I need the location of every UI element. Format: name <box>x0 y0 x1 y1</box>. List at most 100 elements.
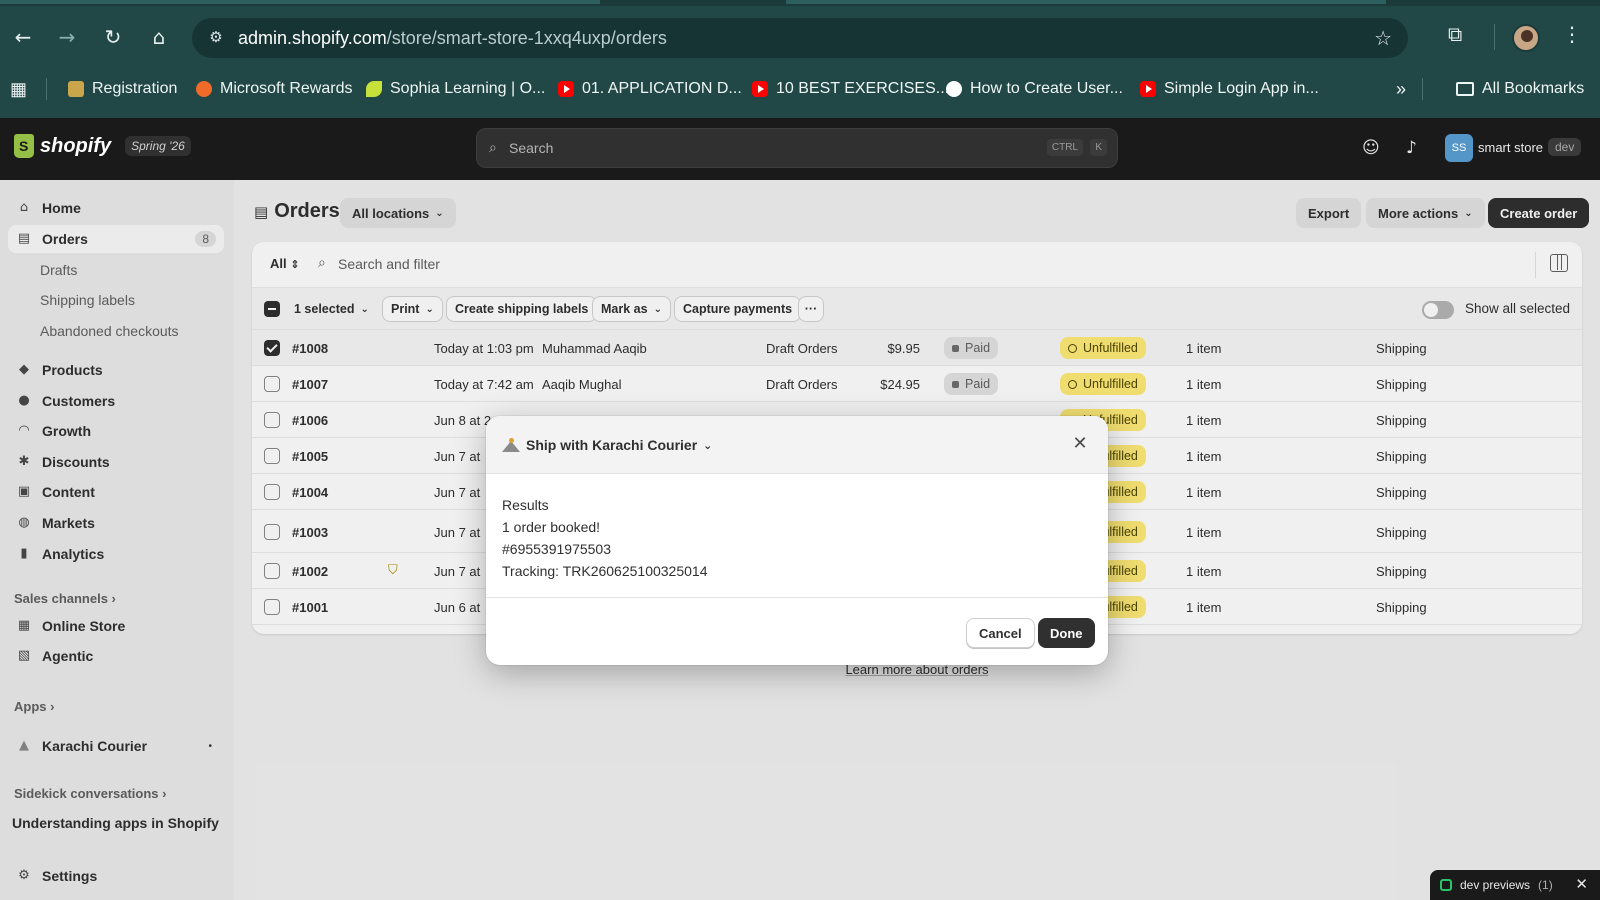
create-order-button[interactable]: Create order <box>1488 198 1590 228</box>
row-checkbox[interactable] <box>264 484 280 500</box>
sidebar-item-products[interactable]: ◆ Products <box>8 356 224 384</box>
apps-heading[interactable]: Apps › <box>14 699 54 714</box>
menu-kebab-icon[interactable]: ⋮ <box>1562 22 1582 46</box>
risk-shield-icon[interactable]: ⛉ <box>388 563 398 578</box>
modal-title-dropdown[interactable]: Ship with Karachi Courier ⌄ <box>526 437 712 453</box>
table-row[interactable]: #1008 Today at 1:03 pm Muhammad Aaqib Draft… <box>252 330 1582 366</box>
sidekick-icon[interactable]: ☺ <box>1362 138 1380 158</box>
site-info-icon[interactable]: ⚙ <box>206 28 226 48</box>
sidebar-item-orders[interactable]: ▤ Orders 8 <box>8 225 224 253</box>
show-all-selected-toggle[interactable] <box>1422 301 1454 319</box>
shopify-logo[interactable]: shopify Spring '26 <box>14 134 191 158</box>
order-number[interactable]: #1007 <box>292 377 328 392</box>
sidebar-item-abandoned-checkouts[interactable]: Abandoned checkouts <box>8 317 224 345</box>
close-icon[interactable]: ✕ <box>1068 432 1092 456</box>
tab-strip[interactable] <box>0 0 1600 6</box>
item-count[interactable]: 1 item <box>1186 377 1221 392</box>
dev-previews-bar[interactable]: dev previews (1) ✕ <box>1430 870 1600 900</box>
store-avatar[interactable]: SS <box>1445 134 1473 162</box>
bookmark-exercises[interactable]: 10 BEST EXERCISES... <box>752 78 949 100</box>
sales-channels-heading[interactable]: Sales channels › <box>14 591 116 606</box>
row-checkbox[interactable] <box>264 524 280 540</box>
karachi-courier-app-icon <box>502 438 520 452</box>
extensions-icon[interactable]: ⧉ <box>1448 22 1462 46</box>
item-count[interactable]: 1 item <box>1186 341 1221 356</box>
cancel-button[interactable]: Cancel <box>966 618 1035 648</box>
notifications-bell-icon[interactable]: ♪ <box>1406 138 1417 158</box>
order-number[interactable]: #1003 <box>292 525 328 540</box>
store-name[interactable]: smart store <box>1478 140 1543 155</box>
sidebar-item-agentic[interactable]: ▧ Agentic <box>8 642 224 670</box>
selected-count-dropdown[interactable]: 1 selected ⌄ <box>286 296 377 322</box>
done-button[interactable]: Done <box>1038 618 1095 648</box>
back-icon[interactable]: ← <box>8 22 38 52</box>
row-checkbox[interactable] <box>264 376 280 392</box>
item-count[interactable]: 1 item <box>1186 525 1221 540</box>
conversation-understanding-apps[interactable]: Understanding apps in Shopify <box>12 815 219 831</box>
reload-icon[interactable]: ↻ <box>98 22 128 52</box>
apps-grid-icon[interactable]: ▦ <box>10 78 27 100</box>
export-button[interactable]: Export <box>1296 198 1362 228</box>
item-count[interactable]: 1 item <box>1186 485 1221 500</box>
bookmark-login-app[interactable]: Simple Login App in... <box>1140 78 1319 100</box>
select-all-checkbox[interactable] <box>264 301 280 317</box>
sidebar-item-karachi-courier[interactable]: ▲ Karachi Courier • <box>8 732 224 760</box>
create-shipping-labels-button[interactable]: Create shipping labels <box>446 296 598 322</box>
print-button[interactable]: Print ⌄ <box>382 296 443 322</box>
row-checkbox[interactable] <box>264 412 280 428</box>
row-checkbox[interactable] <box>264 340 280 356</box>
view-selector[interactable]: All ⇕ <box>270 256 299 271</box>
bookmark-create-user[interactable]: How to Create User... <box>946 78 1123 100</box>
bookmark-application[interactable]: 01. APPLICATION D... <box>558 78 742 100</box>
row-checkbox[interactable] <box>264 599 280 615</box>
capture-payments-button[interactable]: Capture payments <box>674 296 802 322</box>
profile-avatar[interactable] <box>1512 24 1540 52</box>
bookmark-sophia[interactable]: Sophia Learning | O... <box>366 78 545 100</box>
more-bookmarks-button[interactable]: » <box>1396 78 1406 100</box>
tab-active[interactable] <box>0 0 600 4</box>
sidebar-item-home[interactable]: ⌂ Home <box>8 194 224 222</box>
sidebar-item-online-store[interactable]: ▦ Online Store <box>8 612 224 640</box>
sidebar-item-content[interactable]: ▣ Content <box>8 478 224 506</box>
order-number[interactable]: #1001 <box>292 600 328 615</box>
item-count[interactable]: 1 item <box>1186 600 1221 615</box>
sidebar-item-drafts[interactable]: Drafts <box>8 256 224 284</box>
sidebar-item-settings[interactable]: ⚙ Settings <box>8 862 224 890</box>
global-search[interactable]: ⌕ Search CTRL K <box>476 128 1118 168</box>
more-actions-button[interactable]: More actions ⌄ <box>1366 198 1485 228</box>
sidebar-item-discounts[interactable]: ✱ Discounts <box>8 448 224 476</box>
order-number[interactable]: #1008 <box>292 341 328 356</box>
locations-selector[interactable]: All locations ⌄ <box>340 198 456 228</box>
bookmark-microsoft-rewards[interactable]: Microsoft Rewards <box>196 78 352 100</box>
sidebar-item-markets[interactable]: ◍ Markets <box>8 509 224 537</box>
more-bulk-actions-button[interactable]: ··· <box>798 296 824 322</box>
all-bookmarks-button[interactable]: All Bookmarks <box>1456 78 1584 100</box>
item-count[interactable]: 1 item <box>1186 564 1221 579</box>
search-filter-input[interactable]: Search and filter <box>338 256 440 272</box>
forward-icon[interactable]: → <box>52 22 82 52</box>
bookmark-star-icon[interactable]: ☆ <box>1374 26 1392 51</box>
sidebar-item-customers[interactable]: ● Customers <box>8 387 224 415</box>
sidekick-conversations-heading[interactable]: Sidekick conversations › <box>14 786 166 801</box>
delivery-method: Shipping <box>1376 485 1427 500</box>
sidebar-item-shipping-labels[interactable]: Shipping labels <box>8 286 224 314</box>
home-icon[interactable]: ⌂ <box>144 22 174 52</box>
sidebar-item-analytics[interactable]: ▮ Analytics <box>8 540 224 568</box>
item-count[interactable]: 1 item <box>1186 449 1221 464</box>
row-checkbox[interactable] <box>264 448 280 464</box>
tab-inactive[interactable] <box>786 0 1386 4</box>
bookmark-registration[interactable]: Registration <box>68 78 177 100</box>
url-text[interactable]: admin.shopify.com/store/smart-store-1xxq… <box>238 28 667 49</box>
item-count[interactable]: 1 item <box>1186 413 1221 428</box>
order-number[interactable]: #1006 <box>292 413 328 428</box>
close-icon[interactable]: ✕ <box>1575 875 1588 893</box>
order-number[interactable]: #1004 <box>292 485 328 500</box>
table-row[interactable]: #1007 Today at 7:42 am Aaqib Mughal Draft O… <box>252 366 1582 402</box>
order-number[interactable]: #1002 <box>292 564 328 579</box>
row-checkbox[interactable] <box>264 563 280 579</box>
mark-as-button[interactable]: Mark as ⌄ <box>592 296 671 322</box>
address-bar[interactable]: ⚙ admin.shopify.com/store/smart-store-1x… <box>192 18 1408 58</box>
sidebar-item-growth[interactable]: ◠ Growth <box>8 417 224 445</box>
order-number[interactable]: #1005 <box>292 449 328 464</box>
columns-icon[interactable] <box>1550 254 1568 272</box>
